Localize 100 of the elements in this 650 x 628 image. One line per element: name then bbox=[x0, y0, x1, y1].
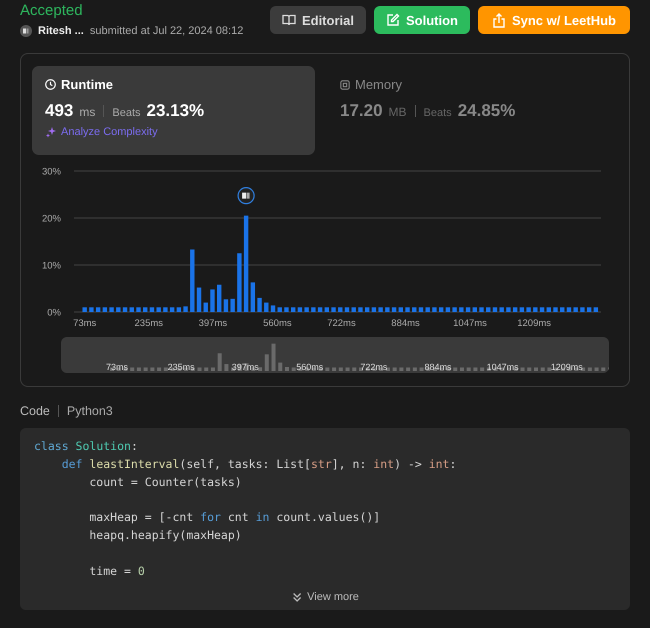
histogram-bar[interactable] bbox=[492, 307, 498, 312]
runtime-card[interactable]: Runtime 493 ms Beats 23.13% Analyze Complexity bbox=[32, 66, 315, 155]
x-tick-label: 884ms bbox=[391, 318, 420, 329]
histogram-bar[interactable] bbox=[540, 307, 544, 312]
editorial-button[interactable]: Editorial bbox=[270, 6, 366, 34]
code-line: count = Counter(tasks) bbox=[88, 474, 243, 491]
histogram-bar[interactable] bbox=[580, 307, 585, 312]
histogram-bar[interactable] bbox=[82, 307, 87, 312]
histogram-bar[interactable] bbox=[163, 307, 168, 312]
histogram-bar[interactable] bbox=[324, 307, 330, 312]
histogram-bar[interactable] bbox=[116, 307, 120, 312]
view-more-button[interactable]: View more bbox=[285, 590, 365, 604]
histogram-bar[interactable] bbox=[466, 307, 470, 312]
clock-icon bbox=[45, 79, 56, 90]
memory-label: Memory bbox=[355, 77, 402, 92]
histogram-bar[interactable] bbox=[573, 307, 578, 312]
histogram-bar[interactable] bbox=[586, 307, 592, 312]
histogram-bar[interactable] bbox=[230, 298, 235, 312]
histogram-bar[interactable] bbox=[546, 307, 551, 312]
overview-tick-label: 1047ms bbox=[486, 362, 519, 372]
histogram-bar[interactable] bbox=[102, 307, 108, 312]
histogram-bar[interactable] bbox=[156, 307, 161, 312]
language-label: Python3 bbox=[66, 404, 113, 418]
histogram-bar[interactable] bbox=[304, 307, 309, 312]
histogram-bar[interactable] bbox=[291, 307, 296, 312]
histogram-bar[interactable] bbox=[89, 307, 94, 312]
histogram-bar[interactable] bbox=[512, 307, 518, 312]
histogram-bar[interactable] bbox=[432, 307, 437, 312]
histogram-bar[interactable] bbox=[418, 307, 424, 312]
range-selector[interactable]: 73ms 235ms 397ms 560ms 722ms 884ms 1047ms 1209ms bbox=[61, 337, 609, 373]
histogram-bar[interactable] bbox=[170, 307, 174, 312]
histogram-bar[interactable] bbox=[520, 307, 524, 312]
submitted-time: submitted at Jul 22, 2024 08:12 bbox=[90, 25, 244, 37]
overview-tick-label: 884ms bbox=[424, 362, 452, 372]
histogram-bar[interactable] bbox=[405, 307, 410, 312]
histogram-bar[interactable] bbox=[412, 307, 416, 312]
histogram-bar[interactable] bbox=[398, 307, 403, 312]
edit-icon bbox=[386, 13, 400, 27]
histogram-bar[interactable] bbox=[459, 307, 464, 312]
histogram-bar[interactable] bbox=[257, 298, 262, 312]
y-tick-label: 10% bbox=[42, 260, 61, 272]
histogram-bar[interactable] bbox=[472, 307, 477, 312]
histogram-bar[interactable] bbox=[278, 307, 282, 312]
histogram-bar[interactable] bbox=[298, 307, 302, 312]
histogram-bar[interactable] bbox=[500, 307, 504, 312]
histogram-bar[interactable] bbox=[331, 307, 336, 312]
histogram-bar[interactable] bbox=[426, 307, 430, 312]
histogram-bar[interactable] bbox=[533, 307, 538, 312]
histogram-bar[interactable] bbox=[385, 307, 390, 312]
histogram-bar[interactable] bbox=[526, 307, 531, 312]
histogram-bar[interactable] bbox=[96, 307, 100, 312]
histogram-bar[interactable] bbox=[318, 307, 322, 312]
histogram-bar[interactable] bbox=[479, 307, 484, 312]
histogram-bar[interactable] bbox=[352, 307, 356, 312]
histogram-bar[interactable] bbox=[130, 307, 134, 312]
histogram-bar[interactable] bbox=[344, 307, 350, 312]
histogram-bar[interactable] bbox=[372, 307, 376, 312]
histogram-bar[interactable] bbox=[270, 305, 276, 312]
histogram-bar[interactable] bbox=[284, 307, 289, 312]
histogram-bar[interactable] bbox=[224, 299, 228, 312]
histogram-bar[interactable] bbox=[311, 307, 316, 312]
author-name[interactable]: Ritesh ... bbox=[38, 25, 84, 37]
histogram-bar[interactable] bbox=[250, 282, 256, 312]
histogram-bar[interactable] bbox=[594, 307, 598, 312]
histogram-bar[interactable] bbox=[553, 307, 558, 312]
histogram-bar[interactable] bbox=[506, 307, 511, 312]
memory-card[interactable]: Memory 17.20 MB Beats 24.85% bbox=[327, 66, 610, 155]
code-line: time = 0 bbox=[88, 562, 146, 580]
histogram-bar[interactable] bbox=[438, 307, 444, 312]
histogram-bar[interactable] bbox=[566, 307, 572, 312]
chip-icon bbox=[340, 80, 350, 90]
histogram-bar[interactable] bbox=[560, 307, 564, 312]
histogram-bar[interactable] bbox=[143, 307, 148, 312]
histogram-bar[interactable] bbox=[150, 307, 154, 312]
histogram-bar[interactable] bbox=[338, 307, 342, 312]
x-tick-label: 235ms bbox=[134, 318, 164, 329]
histogram-bar[interactable] bbox=[210, 289, 215, 312]
histogram-bar[interactable] bbox=[452, 307, 457, 312]
histogram-bar[interactable] bbox=[392, 307, 396, 312]
histogram-bar[interactable] bbox=[176, 307, 182, 312]
x-tick-label: 73ms bbox=[73, 318, 96, 329]
histogram-bar[interactable] bbox=[122, 307, 128, 312]
histogram-bar[interactable] bbox=[446, 307, 450, 312]
histogram-bar[interactable] bbox=[136, 307, 141, 312]
y-tick-label: 20% bbox=[42, 214, 61, 224]
x-tick-label: 1209ms bbox=[517, 318, 552, 329]
histogram-bar[interactable] bbox=[244, 216, 248, 312]
double-chevron-icon bbox=[291, 591, 304, 603]
x-tick-label: 1047ms bbox=[453, 318, 487, 329]
metric-value: 493 bbox=[45, 101, 74, 121]
histogram-bar[interactable] bbox=[486, 307, 490, 312]
histogram-bar[interactable] bbox=[196, 288, 202, 312]
x-tick-label: 397ms bbox=[198, 318, 228, 329]
histogram-bar[interactable] bbox=[358, 307, 363, 312]
code-line: heapq.heapify(maxHeap) bbox=[88, 526, 243, 544]
histogram-bar[interactable] bbox=[364, 307, 370, 312]
histogram-bar[interactable] bbox=[378, 307, 383, 312]
histogram-bar[interactable] bbox=[109, 307, 114, 312]
histogram-bar[interactable] bbox=[183, 306, 188, 312]
histogram-bar[interactable] bbox=[237, 253, 242, 312]
